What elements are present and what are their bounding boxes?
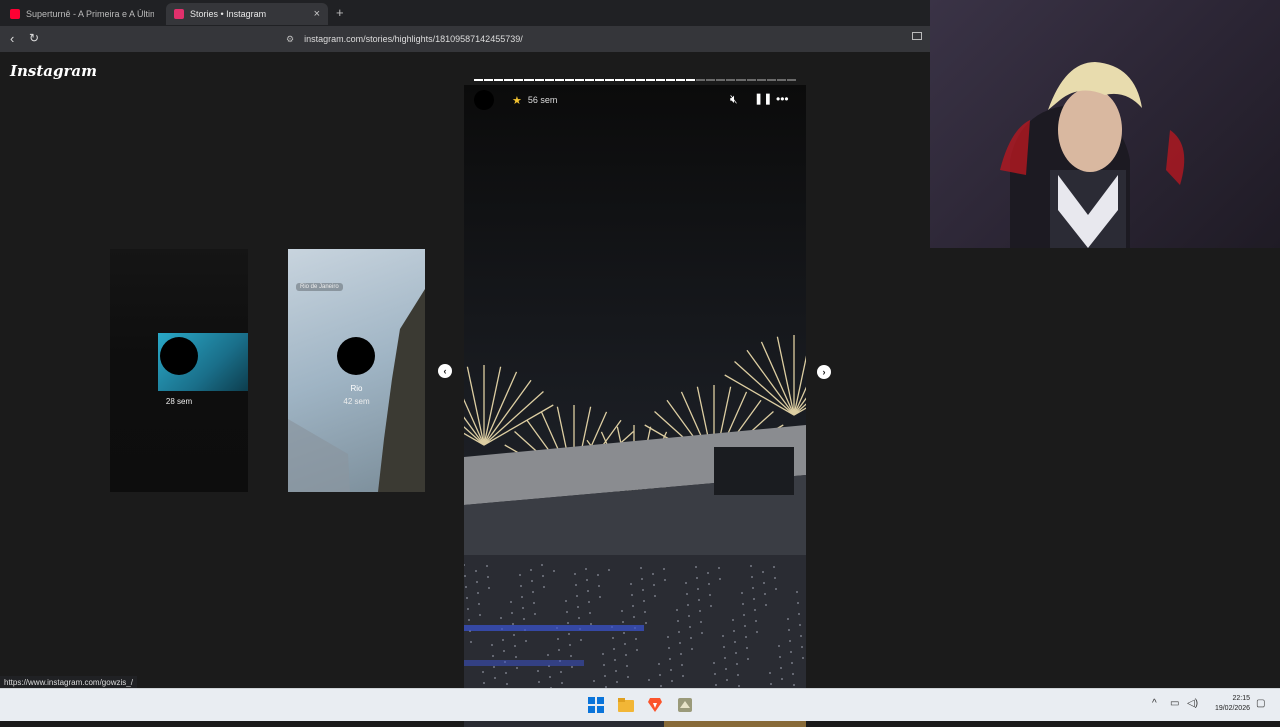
tab-youtube[interactable]: Superturnê - A Primeira e A Última N xyxy=(2,3,162,25)
progress-segment xyxy=(605,79,615,81)
close-tab-button[interactable]: × xyxy=(314,8,320,20)
brave-browser-icon[interactable] xyxy=(647,697,663,713)
progress-segment xyxy=(564,79,574,81)
story-progress-bar xyxy=(474,79,796,81)
preview-time: 42 sem xyxy=(343,397,370,406)
progress-segment xyxy=(544,79,554,81)
progress-segment xyxy=(474,79,484,81)
instagram-page: Instagram 28 sem Rio de Janeiro Rio 42 s… xyxy=(0,52,930,727)
story-preview-rio[interactable]: Rio de Janeiro Rio 42 sem xyxy=(288,249,425,492)
sidebar-toggle-icon[interactable] xyxy=(912,32,922,40)
story-viewer[interactable]: ★ 56 sem 🔇︎ ❚❚ ••• xyxy=(464,85,806,727)
windows-taskbar: ^ ▭ ◁) 22:15 19/02/2026 ▢ xyxy=(0,688,1280,721)
progress-segment xyxy=(645,79,655,81)
app-icon[interactable] xyxy=(677,697,693,713)
instagram-icon xyxy=(174,9,184,19)
avatar xyxy=(337,337,375,375)
progress-segment xyxy=(554,79,564,81)
preview-time: 28 sem xyxy=(165,397,193,406)
story-header: ★ 56 sem 🔇︎ ❚❚ ••• xyxy=(464,85,806,115)
tab-title: Superturnê - A Primeira e A Última N xyxy=(26,9,154,19)
story-image-fireworks xyxy=(464,85,806,727)
chevron-up-icon[interactable]: ^ xyxy=(1152,698,1157,709)
clock-time: 22:15 xyxy=(1232,695,1250,702)
story-time: 56 sem xyxy=(527,95,558,105)
progress-segment xyxy=(514,79,524,81)
previous-story-button[interactable]: ‹ xyxy=(438,364,452,378)
progress-segment xyxy=(534,79,544,81)
progress-segment xyxy=(696,79,706,81)
progress-segment xyxy=(706,79,716,81)
progress-segment xyxy=(635,79,645,81)
pause-icon[interactable]: ❚❚ xyxy=(754,92,772,105)
new-tab-button[interactable]: + xyxy=(336,5,344,20)
system-clock[interactable]: 22:15 19/02/2026 xyxy=(1215,694,1250,714)
youtube-icon xyxy=(10,9,20,19)
progress-segment xyxy=(685,79,696,81)
reload-button[interactable]: ↻ xyxy=(29,31,39,45)
clock-date: 19/02/2026 xyxy=(1214,705,1250,712)
url-field[interactable]: ⚙ instagram.com/stories/highlights/18109… xyxy=(280,30,900,48)
url-text: instagram.com/stories/highlights/1810958… xyxy=(304,34,523,44)
windows-start-icon[interactable] xyxy=(588,697,604,713)
volume-icon[interactable]: ◁) xyxy=(1187,698,1198,709)
progress-segment xyxy=(736,79,746,81)
network-icon[interactable]: ▭ xyxy=(1170,698,1179,709)
right-background xyxy=(930,248,1280,688)
progress-segment xyxy=(504,79,514,81)
progress-segment xyxy=(726,79,736,81)
notification-icon[interactable]: ▢ xyxy=(1256,698,1265,709)
progress-segment xyxy=(766,79,776,81)
progress-segment xyxy=(655,79,665,81)
progress-segment xyxy=(585,79,595,81)
progress-segment xyxy=(746,79,756,81)
progress-segment xyxy=(756,79,766,81)
progress-segment xyxy=(625,79,635,81)
close-friends-star-icon: ★ xyxy=(512,94,522,107)
tab-title: Stories • Instagram xyxy=(190,9,267,19)
progress-segment xyxy=(716,79,726,81)
progress-segment xyxy=(524,79,534,81)
progress-segment xyxy=(786,79,796,81)
next-story-button[interactable]: › xyxy=(817,365,831,379)
preview-name: Rio xyxy=(350,384,363,393)
instagram-logo[interactable]: Instagram xyxy=(10,62,97,80)
more-options-icon[interactable]: ••• xyxy=(776,92,789,106)
progress-segment xyxy=(675,79,685,81)
location-sticker: Rio de Janeiro xyxy=(296,283,343,291)
back-button[interactable]: ‹ xyxy=(10,31,14,46)
progress-segment xyxy=(494,79,504,81)
progress-segment xyxy=(615,79,625,81)
story-preview-prev-2[interactable]: 28 sem xyxy=(110,249,248,492)
browser-tab-bar: Superturnê - A Primeira e A Última N Sto… xyxy=(0,0,930,26)
site-info-icon[interactable]: ⚙ xyxy=(286,34,294,45)
avatar xyxy=(160,337,198,375)
progress-segment xyxy=(574,79,585,81)
progress-segment xyxy=(484,79,494,81)
webcam-overlay xyxy=(930,0,1280,248)
progress-segment xyxy=(665,79,675,81)
address-bar-row: ‹ ↻ ⚙ instagram.com/stories/highlights/1… xyxy=(0,26,930,52)
file-explorer-icon[interactable] xyxy=(618,697,634,713)
progress-segment xyxy=(595,79,605,81)
mute-icon[interactable]: 🔇︎ xyxy=(730,92,738,107)
progress-segment xyxy=(776,79,786,81)
tab-instagram[interactable]: Stories • Instagram × xyxy=(166,3,328,25)
avatar[interactable] xyxy=(474,90,494,110)
